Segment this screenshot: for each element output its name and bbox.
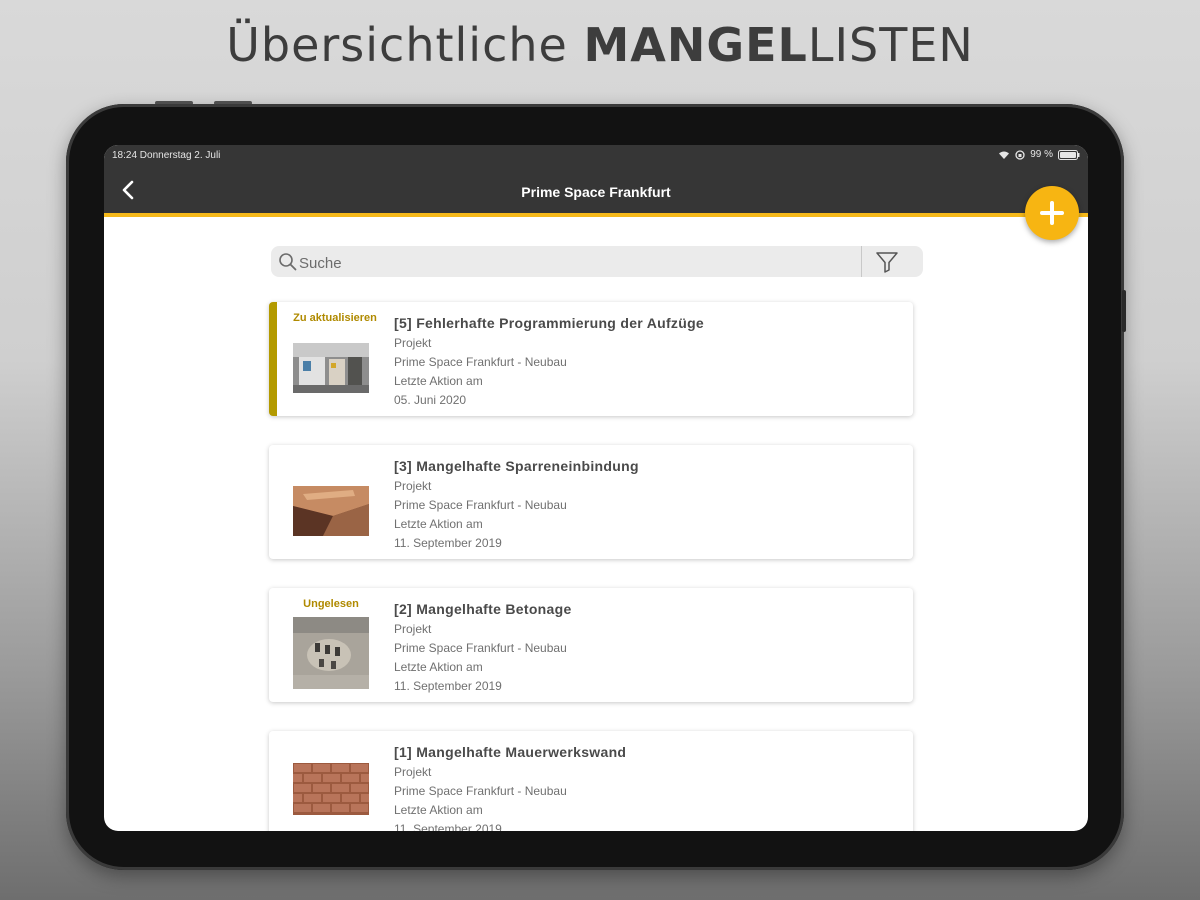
plus-icon — [1040, 201, 1064, 225]
battery-icon — [1058, 149, 1080, 160]
defect-photo — [293, 486, 369, 536]
status-bar: 18:24 Donnerstag 2. Juli 99 % — [104, 145, 1088, 167]
add-button[interactable] — [1025, 186, 1079, 240]
search-input[interactable]: Suche — [271, 246, 862, 277]
status-badge: Zu aktualisieren — [293, 312, 377, 324]
battery-percent: 99 % — [1030, 149, 1053, 160]
orientation-lock-icon — [1015, 149, 1025, 160]
card-project-label: Projekt — [394, 765, 432, 779]
card-project-label: Projekt — [394, 479, 432, 493]
card-title: [2] Mangelhafte Betonage — [394, 601, 572, 617]
headline: Übersichtliche MANGELLISTEN — [0, 18, 1200, 72]
defect-photo — [293, 343, 369, 393]
card-title: [1] Mangelhafte Mauerwerkswand — [394, 744, 627, 760]
status-time-date: 18:24 Donnerstag 2. Juli — [112, 150, 221, 161]
headline-bold: MANGEL — [583, 18, 808, 72]
nav-bar: Prime Space Frankfurt — [104, 167, 1088, 217]
defect-photo — [293, 763, 369, 815]
card-project-name: Prime Space Frankfurt - Neubau — [394, 641, 567, 655]
search-bar: Suche — [271, 246, 923, 277]
card-project-name: Prime Space Frankfurt - Neubau — [394, 498, 567, 512]
card-last-action-label: Letzte Aktion am — [394, 374, 483, 388]
card-project-label: Projekt — [394, 622, 432, 636]
device-side-button — [1122, 290, 1126, 332]
card-date: 05. Juni 2020 — [394, 393, 467, 407]
list-item[interactable]: [3] Mangelhafte Sparreneinbindung Projek… — [269, 445, 913, 559]
defect-photo — [293, 617, 369, 689]
card-project-label: Projekt — [394, 336, 432, 350]
list-item[interactable]: [1] Mangelhafte Mauerwerkswand Projekt P… — [269, 731, 913, 831]
page-title: Prime Space Frankfurt — [521, 184, 671, 200]
card-project-name: Prime Space Frankfurt - Neubau — [394, 355, 567, 369]
card-last-action-label: Letzte Aktion am — [394, 803, 483, 817]
wifi-icon — [999, 151, 1010, 159]
headline-normal-after: LISTEN — [807, 18, 974, 72]
list-item[interactable]: Zu aktualisieren [5] Fehlerhafte Program… — [269, 302, 913, 416]
filter-icon[interactable] — [875, 250, 899, 274]
card-date: 11. September 2019 — [394, 822, 502, 831]
status-badge: Ungelesen — [303, 598, 359, 610]
headline-normal-before: Übersichtliche — [226, 18, 584, 72]
card-project-name: Prime Space Frankfurt - Neubau — [394, 784, 567, 798]
card-last-action-label: Letzte Aktion am — [394, 660, 483, 674]
card-last-action-label: Letzte Aktion am — [394, 517, 483, 531]
list-item[interactable]: Ungelesen [2] Mangelhafte Betonage Proje… — [269, 588, 913, 702]
card-title: [3] Mangelhafte Sparreneinbindung — [394, 458, 639, 474]
search-placeholder: Suche — [299, 255, 342, 272]
card-date: 11. September 2019 — [394, 536, 502, 550]
search-icon — [279, 253, 297, 271]
app-screen: 18:24 Donnerstag 2. Juli 99 % Prime Spac… — [104, 145, 1088, 831]
card-date: 11. September 2019 — [394, 679, 502, 693]
card-title: [5] Fehlerhafte Programmierung der Aufzü… — [394, 315, 705, 331]
